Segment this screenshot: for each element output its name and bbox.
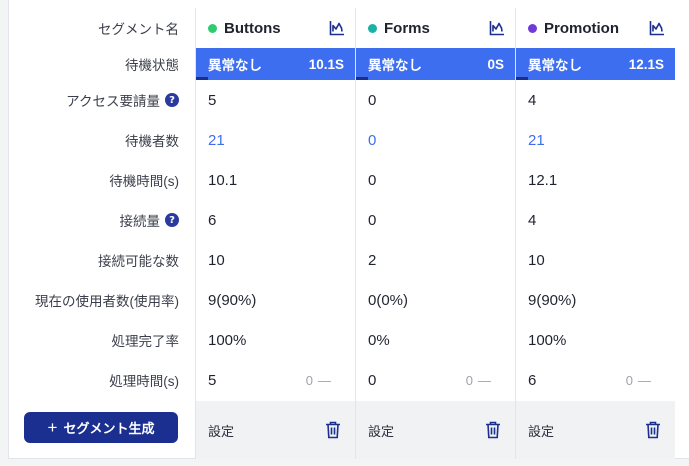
segment-footer: 設定: [356, 401, 515, 459]
processing-time-extra: 0—: [305, 372, 331, 388]
access-requests-value: 0: [368, 91, 377, 109]
status-time: 12.1S: [628, 56, 664, 72]
connections-value: 6: [208, 211, 217, 229]
settings-button[interactable]: 設定: [208, 421, 234, 440]
connections-value: 0: [368, 211, 377, 229]
access-requests-value: 4: [528, 91, 537, 109]
segment-name: Forms: [384, 19, 430, 37]
row-label-connections: 接続量?: [120, 200, 179, 240]
segment-header: Forms: [356, 8, 515, 48]
segment-color-dot: [528, 23, 537, 33]
chart-icon[interactable]: [489, 20, 505, 36]
settings-button[interactable]: 設定: [528, 421, 554, 440]
segment-color-dot: [208, 23, 217, 33]
usage-value: 9(90%): [208, 291, 257, 309]
usage-value: 9(90%): [528, 291, 577, 309]
wait-status-bar: 異常なし 12.1S: [516, 48, 675, 80]
segment-column-buttons: Buttons 異常なし 10.1S 5 21 10.1 6 10 9(90%)…: [195, 8, 355, 459]
status-time: 0S: [487, 56, 504, 72]
row-label-wait-time: 待機時間(s): [109, 174, 179, 189]
row-label-segment-name: セグメント名: [98, 22, 179, 37]
access-requests-value: 5: [208, 91, 217, 109]
processing-time-extra: 0—: [465, 372, 491, 388]
row-label-wait-status: 待機状態: [125, 58, 179, 73]
capacity-value: 10: [208, 251, 225, 269]
wait-time-value: 0: [368, 171, 377, 189]
chart-icon[interactable]: [649, 20, 665, 36]
segment-name: Buttons: [224, 19, 281, 37]
chart-icon[interactable]: [329, 20, 345, 36]
capacity-value: 10: [528, 251, 545, 269]
help-icon[interactable]: ?: [165, 213, 179, 227]
settings-button[interactable]: 設定: [368, 421, 394, 440]
wait-time-value: 12.1: [528, 171, 558, 189]
processing-time-extra: 0—: [625, 372, 651, 388]
wait-status-bar: 異常なし 10.1S: [196, 48, 355, 80]
status-time: 10.1S: [308, 56, 344, 72]
segment-column-promotion: Promotion 異常なし 12.1S 4 21 12.1 4 10 9(90…: [515, 8, 675, 459]
wait-time-value: 10.1: [208, 171, 238, 189]
usage-value: 0(0%): [368, 291, 409, 309]
status-text: 異常なし: [368, 58, 422, 73]
plus-icon: +: [47, 418, 58, 437]
processing-time-value: 0: [368, 371, 377, 389]
wait-status-bar: 異常なし 0S: [356, 48, 515, 80]
help-icon[interactable]: ?: [165, 93, 179, 107]
waiting-count-link[interactable]: 21: [208, 120, 225, 160]
waiting-count-link[interactable]: 21: [528, 120, 545, 160]
segment-column-forms: Forms 異常なし 0S 0 0 0 0 2 0(0%) 0% 0 0— 設定: [355, 8, 515, 459]
segment-color-dot: [368, 23, 377, 33]
waiting-count-link[interactable]: 0: [368, 120, 376, 160]
segment-header: Buttons: [196, 8, 355, 48]
create-segment-button[interactable]: + セグメント生成: [24, 412, 178, 443]
completion-rate-value: 0%: [368, 331, 390, 349]
status-text: 異常なし: [528, 58, 582, 73]
processing-time-value: 5: [208, 371, 217, 389]
connections-value: 4: [528, 211, 537, 229]
row-label-access-requests: アクセス要請量?: [66, 80, 179, 120]
trash-icon[interactable]: [645, 421, 661, 439]
trash-icon[interactable]: [325, 421, 341, 439]
status-progress: [516, 77, 528, 80]
status-text: 異常なし: [208, 58, 262, 73]
row-label-usage: 現在の使用者数(使用率): [35, 294, 179, 309]
completion-rate-value: 100%: [208, 331, 247, 349]
processing-time-value: 6: [528, 371, 537, 389]
segment-footer: 設定: [196, 401, 355, 459]
row-label-waiting-count: 待機者数: [125, 134, 179, 149]
status-progress: [196, 77, 208, 80]
row-label-completion-rate: 処理完了率: [111, 334, 180, 349]
segment-name: Promotion: [544, 19, 619, 37]
status-progress: [356, 77, 368, 80]
completion-rate-value: 100%: [528, 331, 567, 349]
row-labels: セグメント名 待機状態 アクセス要請量? 待機者数 待機時間(s) 接続量? 接…: [8, 0, 195, 459]
capacity-value: 2: [368, 251, 377, 269]
trash-icon[interactable]: [485, 421, 501, 439]
row-label-capacity: 接続可能な数: [98, 254, 179, 269]
segment-footer: 設定: [516, 401, 675, 459]
row-label-processing-time: 処理時間(s): [109, 374, 179, 389]
segment-header: Promotion: [516, 8, 675, 48]
